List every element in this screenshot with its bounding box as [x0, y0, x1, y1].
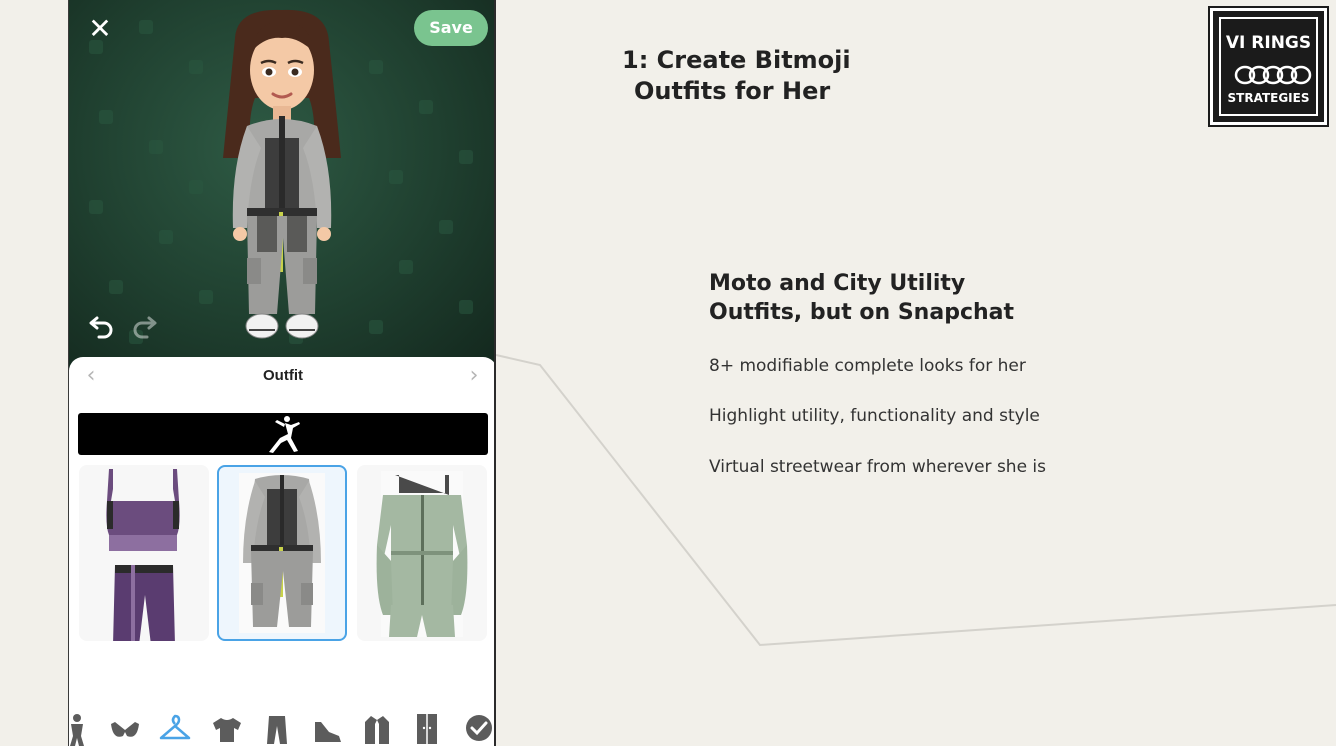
save-button[interactable]: Save [414, 10, 488, 46]
outfit-thumbnail [376, 471, 468, 637]
body-icon[interactable] [68, 710, 95, 746]
bra-icon[interactable] [107, 710, 143, 746]
rings-icon [1234, 65, 1312, 85]
sneaker-icon[interactable] [309, 710, 345, 746]
outfit-option-sage-romper[interactable] [357, 465, 487, 641]
redo-button[interactable] [129, 310, 159, 340]
sheet-title: Outfit [263, 367, 303, 384]
jacket-icon[interactable] [359, 710, 395, 746]
vi-rings-strategies-logo: VI RINGS STRATEGIES [1208, 6, 1329, 127]
outfit-thumbnail [239, 473, 325, 633]
pants-icon[interactable] [259, 710, 295, 746]
undo-icon [89, 316, 113, 339]
logo-text-bottom: STRATEGIES [1227, 91, 1310, 105]
tshirt-icon[interactable] [209, 710, 245, 746]
outfit-option-purple-top-shorts[interactable] [79, 465, 209, 641]
hanger-icon[interactable] [157, 710, 193, 746]
subheading-line-1: Moto and City Utility [709, 271, 966, 296]
bullet-point: Highlight utility, functionality and sty… [709, 406, 1040, 426]
outfit-picker-sheet: ‹ Outfit › [68, 357, 496, 746]
bitmoji-editor-phone: ✕ Save ‹ Outfit › [68, 0, 496, 746]
close-icon: ✕ [88, 12, 112, 45]
bullet-point: 8+ modifiable complete looks for her [709, 356, 1026, 376]
checkmark-icon[interactable] [461, 710, 496, 746]
outfit-thumbnail [106, 469, 180, 641]
logo-text-top: VI RINGS [1225, 33, 1312, 53]
undo-button[interactable] [87, 310, 117, 340]
close-button[interactable]: ✕ [85, 14, 115, 44]
next-category-button[interactable]: › [463, 365, 485, 387]
bitmoji-avatar [223, 9, 341, 339]
jumpman-logo-icon [269, 416, 300, 453]
outfit-option-grey-jumpsuit[interactable] [217, 465, 347, 641]
subheading-line-2: Outfits, but on Snapchat [709, 300, 1015, 325]
section-subheading: Moto and City Utility Outfits, but on Sn… [709, 269, 1069, 327]
closet-icon[interactable] [409, 710, 445, 746]
sheet-header: ‹ Outfit › [69, 357, 494, 395]
avatar-stage: ✕ Save [69, 0, 494, 370]
slide-title-line-1: 1: Create Bitmoji [622, 46, 851, 74]
slide-title: 1: Create Bitmoji Outfits for Her [622, 45, 882, 107]
category-tab-bar [68, 710, 496, 746]
redo-icon [133, 316, 157, 339]
slide-title-line-2: Outfits for Her [634, 77, 831, 105]
chevron-right-icon: › [469, 363, 479, 388]
logo-frame: VI RINGS STRATEGIES [1219, 17, 1318, 116]
bullet-point: Virtual streetwear from wherever she is [709, 457, 1047, 477]
jordan-brand-banner[interactable] [78, 413, 488, 455]
